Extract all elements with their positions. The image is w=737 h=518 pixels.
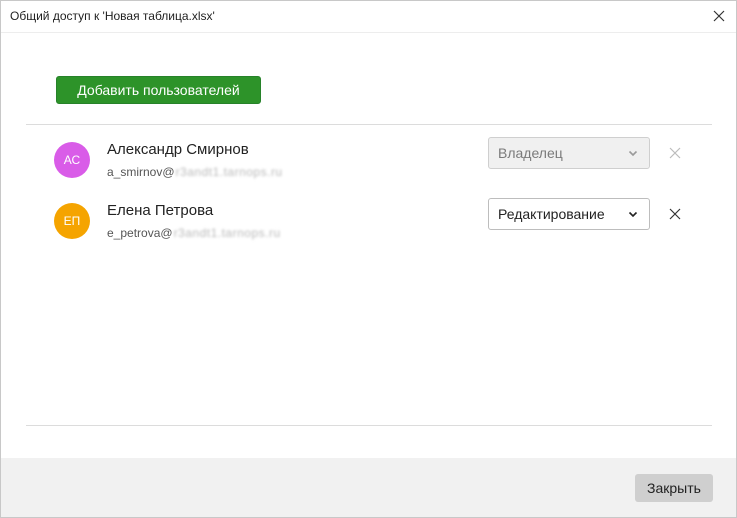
dialog-title: Общий доступ к 'Новая таблица.xlsx' (10, 9, 215, 23)
email-local-part: a_smirnov@ (107, 165, 175, 179)
user-row: ЕП Елена Петрова e_petrova@ r3andt1.tarno… (26, 195, 712, 247)
close-button[interactable]: Закрыть (635, 474, 713, 502)
chevron-down-icon (628, 150, 638, 157)
avatar: ЕП (54, 203, 90, 239)
user-row: АС Александр Смирнов a_smirnov@ r3andt1.t… (26, 134, 712, 186)
chevron-down-icon (628, 211, 638, 218)
avatar: АС (54, 142, 90, 178)
role-select-value: Редактирование (498, 206, 605, 222)
top-divider (26, 124, 712, 125)
user-email: a_smirnov@ r3andt1.tarnops.ru (107, 165, 283, 179)
user-name: Александр Смирнов (107, 141, 249, 158)
email-domain-blurred: r3andt1.tarnops.ru (175, 165, 283, 179)
user-name: Елена Петрова (107, 202, 214, 219)
title-bar: Общий доступ к 'Новая таблица.xlsx' (1, 1, 736, 33)
close-icon (669, 208, 681, 220)
role-select-value: Владелец (498, 145, 563, 161)
remove-user-button (667, 145, 683, 161)
add-users-button[interactable]: Добавить пользователей (56, 76, 261, 104)
role-select-editor[interactable]: Редактирование (488, 198, 650, 230)
share-dialog: Общий доступ к 'Новая таблица.xlsx' Доба… (0, 0, 737, 518)
bottom-divider (26, 425, 712, 426)
email-local-part: e_petrova@ (107, 226, 173, 240)
remove-user-button[interactable] (667, 206, 683, 222)
close-icon (713, 10, 725, 22)
close-icon (669, 147, 681, 159)
window-close-button[interactable] (708, 5, 730, 27)
dialog-footer: Закрыть (1, 458, 736, 517)
user-email: e_petrova@ r3andt1.tarnops.ru (107, 226, 281, 240)
role-select-owner: Владелец (488, 137, 650, 169)
email-domain-blurred: r3andt1.tarnops.ru (173, 226, 281, 240)
